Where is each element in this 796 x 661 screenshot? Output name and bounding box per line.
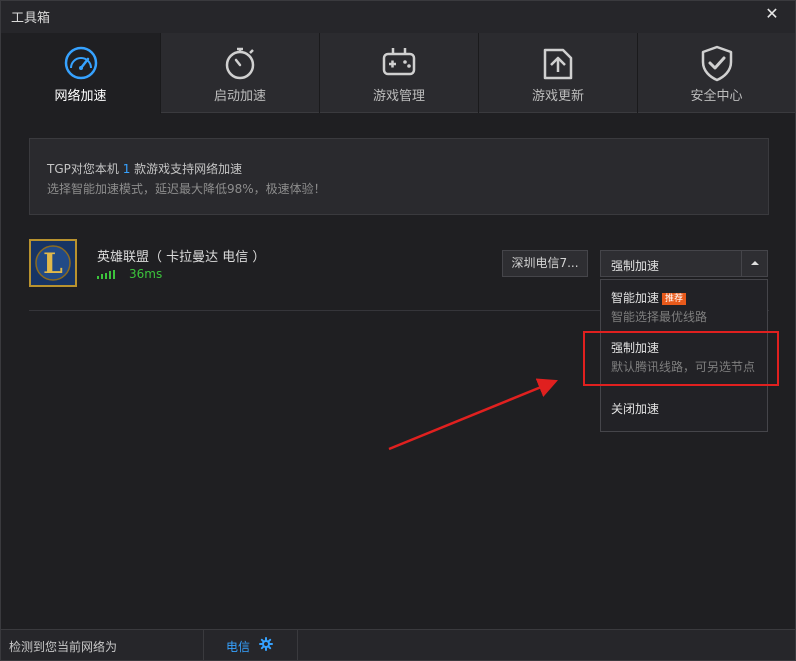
supported-games-text: TGP对您本机 1 款游戏支持网络加速 xyxy=(47,162,243,176)
tab-security-center[interactable]: 安全中心 xyxy=(638,33,795,113)
tab-label: 游戏更新 xyxy=(531,89,584,104)
tab-label: 启动加速 xyxy=(213,89,266,104)
close-button[interactable]: ✕ xyxy=(763,5,781,23)
ping-value: 36ms xyxy=(129,267,163,281)
network-type[interactable]: 电信 xyxy=(226,638,250,655)
game-icon-lol: L xyxy=(29,239,77,287)
recommended-badge: 推荐 xyxy=(662,293,687,305)
lol-logo-icon: L xyxy=(31,241,75,285)
upload-folder-icon xyxy=(543,48,573,80)
signal-strength-icon xyxy=(97,270,115,279)
selected-mode: 强制加速 xyxy=(611,259,660,273)
option-smart-acceleration[interactable]: 智能加速 推荐 智能选择最优线路 xyxy=(601,280,767,332)
option-title: 智能加速 xyxy=(611,291,660,305)
toolbox-window: 工具箱 ✕ 网络加速 启动加速 游戏管理 游戏更新 安全中心 TGP对您本机 1… xyxy=(0,0,796,661)
svg-text:L: L xyxy=(43,247,63,280)
tab-label: 游戏管理 xyxy=(372,89,425,104)
tab-bar: 网络加速 启动加速 游戏管理 游戏更新 安全中心 xyxy=(1,33,795,114)
acceleration-info-box: TGP对您本机 1 款游戏支持网络加速 选择智能加速模式，延迟最大降低98%，极… xyxy=(29,138,769,215)
tab-label: 安全中心 xyxy=(690,89,743,104)
annotation-highlight-box xyxy=(583,331,779,386)
option-subtitle: 智能选择最优线路 xyxy=(611,310,708,324)
acceleration-mode-select[interactable]: 强制加速 xyxy=(600,250,768,277)
tab-startup-acceleration[interactable]: 启动加速 xyxy=(161,33,320,113)
tab-game-update[interactable]: 游戏更新 xyxy=(479,33,638,113)
server-select-button[interactable]: 深圳电信7... xyxy=(502,250,588,277)
divider xyxy=(203,630,204,661)
window-title: 工具箱 xyxy=(11,11,51,26)
divider xyxy=(297,630,298,661)
gamepad-icon xyxy=(382,48,416,76)
shield-check-icon xyxy=(701,45,732,82)
tab-label: 网络加速 xyxy=(54,89,107,104)
title-bar: 工具箱 ✕ xyxy=(1,1,795,33)
tab-network-acceleration[interactable]: 网络加速 xyxy=(1,33,161,114)
speedometer-icon xyxy=(64,46,97,80)
dropdown-toggle[interactable] xyxy=(741,251,767,276)
game-title: 英雄联盟（ 卡拉曼达 电信 ） xyxy=(97,250,266,265)
network-detect-label: 检测到您当前网络为 xyxy=(9,640,118,654)
stopwatch-icon xyxy=(225,47,255,80)
status-bar: 检测到您当前网络为 电信 xyxy=(1,629,795,661)
option-disable-acceleration[interactable]: 关闭加速 xyxy=(601,390,767,430)
gear-icon[interactable] xyxy=(259,637,273,651)
option-title: 关闭加速 xyxy=(611,402,660,416)
acceleration-tip: 选择智能加速模式，延迟最大降低98%，极速体验！ xyxy=(47,182,326,196)
tab-game-management[interactable]: 游戏管理 xyxy=(320,33,479,113)
chevron-up-icon xyxy=(751,261,759,265)
